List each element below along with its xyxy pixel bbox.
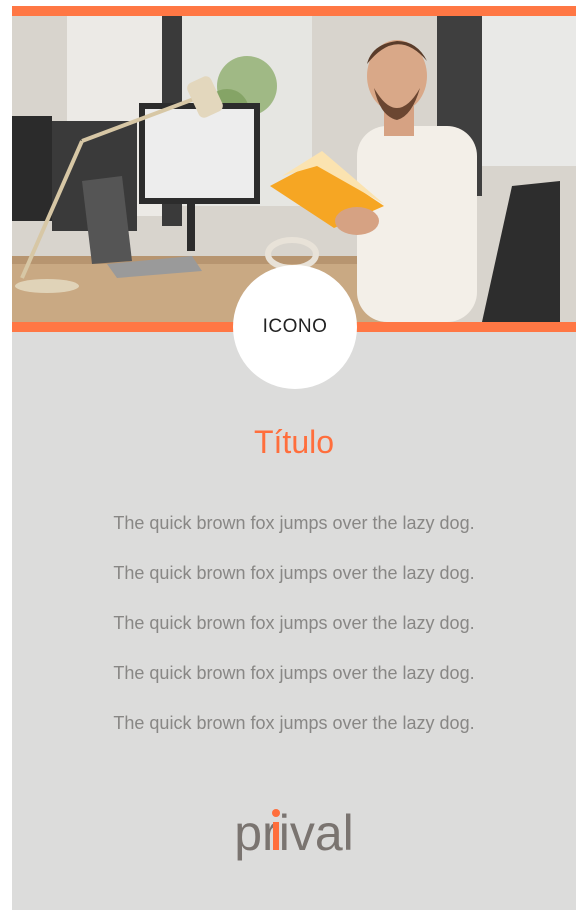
card-title: Título	[253, 424, 335, 460]
icon-placeholder-circle: ICONO	[233, 265, 357, 389]
body-line: The quick brown fox jumps over the lazy …	[113, 663, 475, 683]
body-line: The quick brown fox jumps over the lazy …	[113, 713, 475, 733]
body-line: The quick brown fox jumps over the lazy …	[113, 613, 475, 633]
logo-accent-dot	[272, 809, 280, 817]
prival-logo: prival	[12, 798, 576, 883]
logo-accent-stem	[273, 822, 279, 850]
icon-placeholder-label: ICONO	[262, 316, 328, 337]
body-text: The quick brown fox jumps over the lazy …	[12, 511, 576, 761]
content-card: ICONO Título The quick brown fox jumps o…	[12, 6, 576, 910]
logo-wordmark: prival	[234, 805, 353, 861]
body-line: The quick brown fox jumps over the lazy …	[113, 513, 475, 533]
body-line: The quick brown fox jumps over the lazy …	[113, 563, 475, 583]
prival-logo-icon: prival	[234, 805, 353, 861]
